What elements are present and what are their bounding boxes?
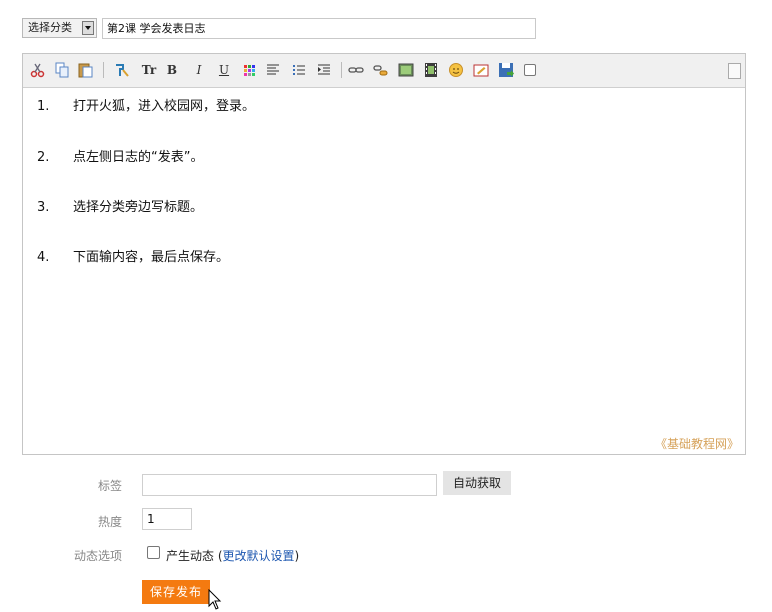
tags-label: 标签 — [98, 479, 123, 493]
rich-text-editor: Tr B I U 1. 打开火狐，进入校园网，登录。 2. 点左侧日志的“发表”… — [22, 53, 746, 455]
change-default-settings-link[interactable]: 更改默认设置 — [223, 549, 295, 563]
unlink-icon[interactable] — [373, 62, 389, 78]
mouse-pointer-icon — [208, 589, 222, 610]
category-select[interactable]: 选择分类 — [22, 18, 97, 38]
list-item-text: 选择分类旁边写标题。 — [73, 200, 204, 215]
font-size-icon[interactable]: Tr — [141, 63, 157, 77]
toolbar-separator — [103, 62, 104, 78]
indent-icon[interactable] — [316, 62, 332, 78]
save-icon[interactable] — [498, 62, 514, 78]
list-item-text: 点左侧日志的“发表”。 — [73, 150, 204, 165]
emoji-icon[interactable] — [448, 62, 464, 78]
editor-toolbar: Tr B I U — [23, 54, 745, 88]
paren-close: ) — [294, 549, 300, 563]
category-select-label: 选择分类 — [28, 21, 72, 34]
paste-icon[interactable] — [78, 62, 94, 78]
dynamic-option-label: 产生动态 — [166, 549, 215, 563]
dynamic-checkbox[interactable] — [147, 546, 160, 559]
hot-input[interactable]: 1 — [142, 508, 192, 530]
unordered-list-icon[interactable] — [291, 62, 307, 78]
editor-content[interactable]: 1. 打开火狐，进入校园网，登录。 2. 点左侧日志的“发表”。 3. 选择分类… — [23, 88, 745, 454]
list-item-text: 下面输内容，最后点保存。 — [73, 250, 230, 265]
tags-input[interactable] — [142, 474, 437, 496]
title-input[interactable]: 第2课 学会发表日志 — [102, 18, 536, 39]
italic-icon[interactable]: I — [191, 63, 207, 77]
list-item-number: 4. — [37, 250, 50, 265]
video-icon[interactable] — [423, 62, 439, 78]
align-icon[interactable] — [265, 62, 281, 78]
chevron-down-icon[interactable] — [82, 21, 94, 35]
edit-source-icon[interactable] — [473, 62, 489, 78]
format-paint-icon[interactable] — [114, 62, 130, 78]
list-item-number: 3. — [37, 200, 50, 215]
toolbar-separator — [341, 62, 342, 78]
hot-label: 热度 — [98, 515, 123, 529]
dynamic-option: 产生动态 (更改默认设置) — [166, 547, 299, 564]
bold-icon[interactable]: B — [164, 63, 180, 77]
list-item-text: 打开火狐，进入校园网，登录。 — [73, 99, 256, 114]
document-icon[interactable] — [728, 63, 741, 79]
auto-fetch-button[interactable]: 自动获取 — [443, 471, 511, 495]
link-icon[interactable] — [348, 62, 364, 78]
cut-icon[interactable] — [30, 62, 46, 78]
watermark: 《基础教程网》 — [654, 437, 739, 451]
underline-icon[interactable]: U — [216, 63, 232, 77]
copy-icon[interactable] — [54, 62, 70, 78]
color-icon[interactable] — [242, 62, 258, 78]
image-icon[interactable] — [398, 62, 414, 78]
list-item-number: 2. — [37, 150, 50, 165]
list-item-number: 1. — [37, 99, 50, 114]
toolbar-checkbox[interactable] — [524, 64, 536, 76]
dynamic-options-label: 动态选项 — [74, 549, 123, 563]
save-publish-button[interactable]: 保存发布 — [142, 580, 210, 604]
